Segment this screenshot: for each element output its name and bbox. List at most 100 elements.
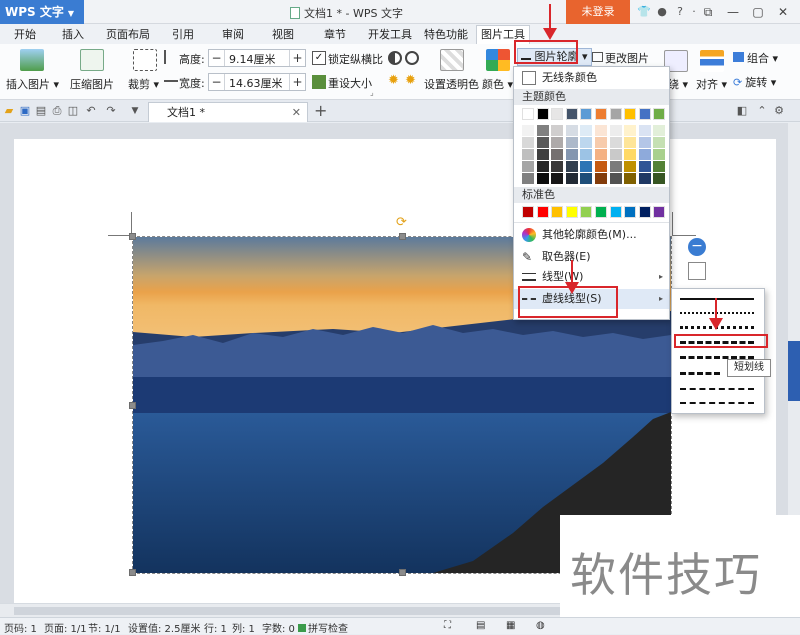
color-swatch[interactable] (653, 206, 666, 218)
color-swatch[interactable] (609, 161, 622, 172)
color-swatch[interactable] (580, 125, 593, 136)
color-swatch[interactable] (638, 173, 651, 184)
color-swatch[interactable] (609, 206, 622, 218)
tab-references[interactable]: 引用 (168, 26, 198, 44)
color-swatch[interactable] (522, 173, 534, 184)
color-swatch[interactable] (580, 161, 593, 172)
share-icon[interactable]: ◧ (735, 104, 749, 118)
color-swatch[interactable] (653, 137, 666, 148)
web-view-icon[interactable]: ◍ (536, 620, 545, 631)
color-swatch[interactable] (595, 108, 607, 120)
color-swatch[interactable] (609, 173, 622, 184)
color-swatch[interactable] (624, 108, 637, 120)
checkbox-checked-icon[interactable]: ✓ (312, 51, 326, 65)
color-swatch[interactable] (536, 125, 549, 136)
color-swatch[interactable] (565, 173, 578, 184)
color-swatch[interactable] (638, 108, 651, 120)
customize-dropdown-icon[interactable]: ▼ (128, 104, 142, 118)
color-swatch[interactable] (551, 206, 564, 218)
rotate-button[interactable]: ⟳ 旋转 ▾ (733, 74, 776, 90)
resize-handle[interactable] (399, 233, 406, 240)
color-swatch[interactable] (638, 161, 651, 172)
resize-handle[interactable] (129, 569, 136, 576)
color-swatch[interactable] (522, 149, 534, 160)
height-stepper[interactable]: − 9.14厘米 + (208, 49, 306, 67)
group-button[interactable]: 组合 ▾ (733, 50, 778, 66)
align-button[interactable]: 对齐 ▾ (696, 76, 727, 92)
color-swatch[interactable] (638, 149, 651, 160)
height-increase-button[interactable]: + (289, 50, 305, 66)
settings-icon[interactable]: ⚙ (772, 104, 786, 118)
color-swatch[interactable] (609, 125, 622, 136)
crop-button[interactable]: 裁剪 ▾ (128, 76, 159, 92)
no-outline-item[interactable]: 无线条颜色 (514, 68, 669, 88)
shirt-icon[interactable]: 👕 (636, 4, 652, 20)
reset-size-button[interactable]: 重设大小 (328, 75, 372, 91)
insert-picture-button[interactable]: 插入图片 ▾ (6, 76, 59, 92)
collapse-ribbon-icon[interactable]: ⌃ (755, 104, 769, 118)
color-swatch[interactable] (580, 149, 593, 160)
color-swatch[interactable] (580, 206, 593, 218)
app-menu-button[interactable]: WPS 文字 ▼ (0, 0, 84, 24)
color-swatch[interactable] (624, 161, 637, 172)
color-swatch[interactable] (565, 125, 578, 136)
login-button[interactable]: 未登录 (566, 0, 630, 24)
color-swatch[interactable] (638, 206, 651, 218)
color-swatch[interactable] (522, 125, 534, 136)
color-swatch[interactable] (536, 108, 549, 120)
tab-developer[interactable]: 开发工具 (364, 26, 416, 44)
color-swatch[interactable] (551, 173, 564, 184)
resize-handle[interactable] (399, 569, 406, 576)
new-doc-icon[interactable]: ▤ (34, 104, 48, 118)
spell-check-toggle[interactable]: 拼写检查 (298, 620, 348, 635)
width-increase-button[interactable]: + (289, 74, 305, 90)
color-swatch[interactable] (638, 125, 651, 136)
document-tab[interactable]: 文档1 * ✕ (148, 102, 308, 122)
tab-home[interactable]: 开始 (10, 26, 40, 44)
brightness-down-icon[interactable]: ✹ (405, 74, 419, 88)
width-decrease-button[interactable]: − (209, 74, 225, 90)
fullscreen-icon[interactable]: ⛶ (444, 620, 451, 631)
eyedropper-item[interactable]: ✎ 取色器(E) (514, 247, 669, 267)
color-swatch[interactable] (624, 125, 637, 136)
close-button[interactable]: ✕ (772, 2, 794, 22)
print-icon[interactable]: ⎙ (50, 104, 64, 118)
color-swatch[interactable] (653, 125, 666, 136)
width-stepper[interactable]: − 14.63厘米 + (208, 73, 306, 91)
wrap-button[interactable]: 绕 ▾ (668, 76, 688, 92)
tab-review[interactable]: 审阅 (218, 26, 248, 44)
contrast-icon[interactable] (388, 51, 402, 65)
restore-icon[interactable]: ⧉ (697, 2, 719, 22)
color-swatch[interactable] (653, 173, 666, 184)
color-swatch[interactable] (522, 161, 534, 172)
compress-picture-button[interactable]: 压缩图片 (70, 76, 114, 92)
color-swatch[interactable] (638, 137, 651, 148)
undo-icon[interactable]: ↶ (84, 104, 98, 118)
color-swatch[interactable] (624, 137, 637, 148)
chat-icon[interactable]: ● (654, 4, 670, 20)
color-swatch[interactable] (580, 137, 593, 148)
color-swatch[interactable] (565, 137, 578, 148)
color-swatch[interactable] (565, 149, 578, 160)
color-swatch[interactable] (609, 108, 622, 120)
color-swatch[interactable] (609, 137, 622, 148)
color-swatch[interactable] (522, 206, 534, 218)
color-swatch[interactable] (536, 173, 549, 184)
color-swatch[interactable] (653, 161, 666, 172)
color-swatch[interactable] (624, 149, 637, 160)
outline-view-icon[interactable]: ▦ (506, 620, 515, 631)
collapse-icon[interactable]: − (688, 238, 706, 256)
width-value[interactable]: 14.63厘米 (229, 75, 283, 91)
color-swatch[interactable] (551, 137, 564, 148)
tab-chapter[interactable]: 章节 (320, 26, 350, 44)
color-swatch[interactable] (551, 149, 564, 160)
rotate-handle-icon[interactable]: ⟳ (396, 216, 407, 229)
color-button[interactable]: 颜色 ▾ (482, 76, 513, 92)
height-decrease-button[interactable]: − (209, 50, 225, 66)
color-swatch[interactable] (624, 206, 637, 218)
color-swatch[interactable] (595, 173, 607, 184)
tab-special[interactable]: 特色功能 (420, 26, 472, 44)
dash-long-dash-dot-dot-option[interactable] (678, 397, 758, 409)
dialog-launcher-icon[interactable]: ⌟ (370, 88, 374, 97)
color-swatch[interactable] (595, 137, 607, 148)
